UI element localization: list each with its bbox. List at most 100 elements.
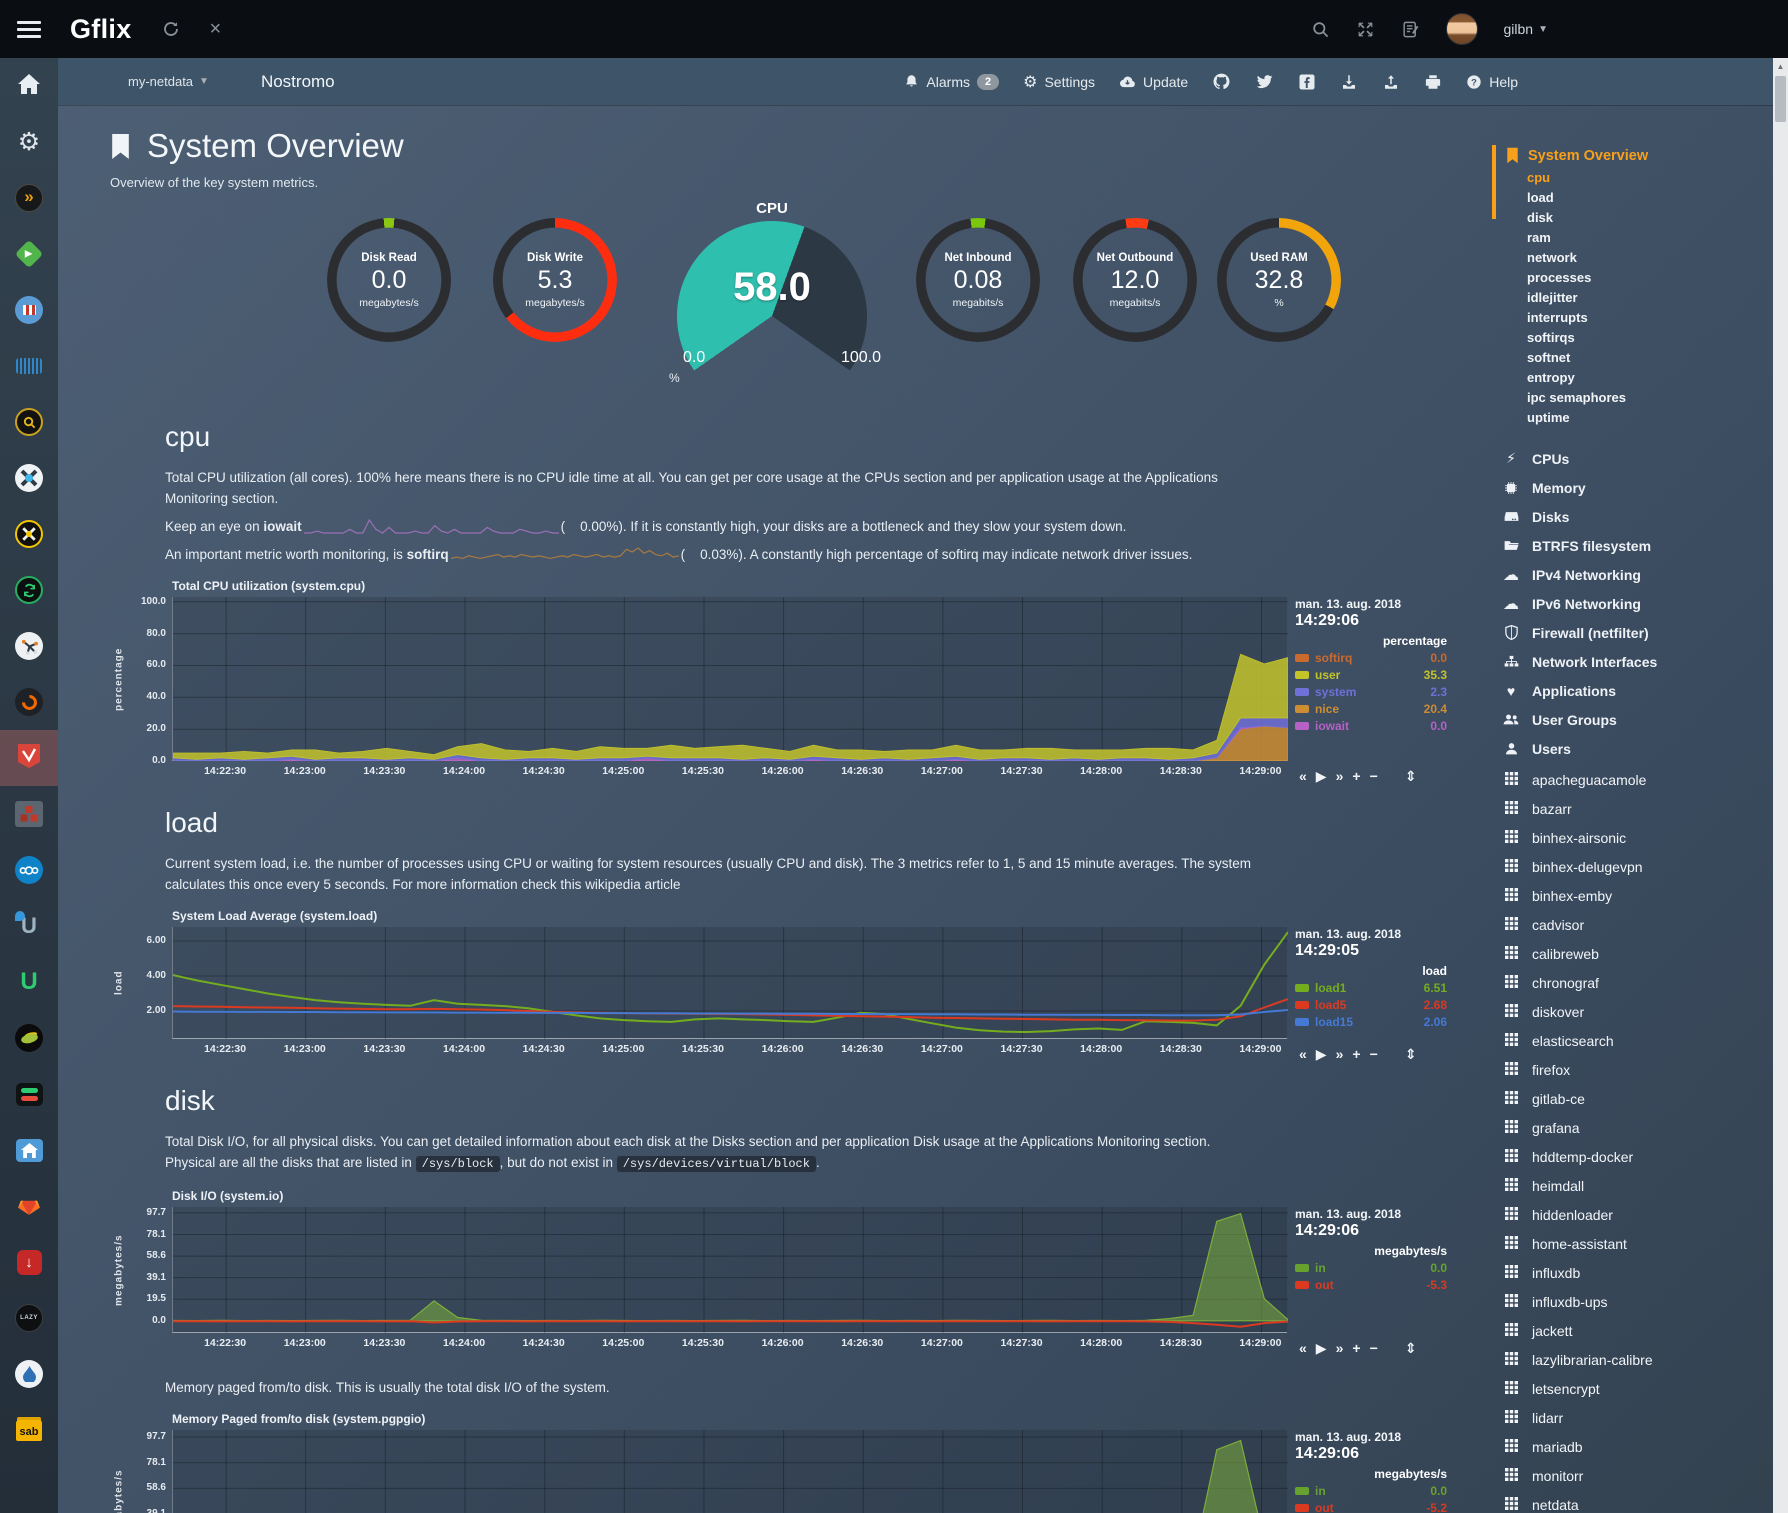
legend-series-out[interactable]: out-5.3 — [1295, 1278, 1447, 1292]
sidebar-tab-grafana[interactable] — [0, 674, 58, 730]
chart-plot-area[interactable] — [172, 1430, 1287, 1513]
nav-item-ipc-semaphores[interactable]: ipc semaphores — [1527, 388, 1775, 408]
resize-icon[interactable]: ⇕ — [1405, 1046, 1417, 1063]
nav-item-softirqs[interactable]: softirqs — [1527, 328, 1775, 348]
nav-section-users[interactable]: Users — [1502, 734, 1775, 763]
nav-section-cpus[interactable]: ⚡CPUs — [1502, 444, 1775, 473]
sidebar-tab-cubes[interactable] — [0, 786, 58, 842]
play-icon[interactable]: ▶ — [1316, 1046, 1327, 1063]
legend-series-in[interactable]: in0.0 — [1295, 1484, 1447, 1498]
help-button[interactable]: ? Help — [1466, 74, 1518, 90]
nav-app-cadvisor[interactable]: cadvisor — [1505, 910, 1775, 939]
nav-item-interrupts[interactable]: interrupts — [1527, 308, 1775, 328]
nav-item-entropy[interactable]: entropy — [1527, 368, 1775, 388]
cpu-chart[interactable]: Total CPU utilization (system.cpu)percen… — [110, 579, 1490, 781]
legend-series-load15[interactable]: load152.06 — [1295, 1015, 1447, 1029]
nav-app-jackett[interactable]: jackett — [1505, 1316, 1775, 1345]
refresh-icon[interactable] — [162, 20, 180, 38]
nav-app-diskover[interactable]: diskover — [1505, 997, 1775, 1026]
nav-app-firefox[interactable]: firefox — [1505, 1055, 1775, 1084]
sidebar-tab-lazylibrarian[interactable]: LAZY — [0, 1290, 58, 1346]
fast-forward-icon[interactable]: » — [1336, 1046, 1344, 1063]
pgpgio-chart[interactable]: Memory Paged from/to disk (system.pgpgio… — [110, 1412, 1490, 1513]
zoom-out-icon[interactable]: − — [1370, 768, 1378, 785]
nav-app-calibreweb[interactable]: calibreweb — [1505, 939, 1775, 968]
legend-series-softirq[interactable]: softirq0.0 — [1295, 651, 1447, 665]
zoom-in-icon[interactable]: + — [1352, 1340, 1360, 1357]
sidebar-tab-sync[interactable] — [0, 562, 58, 618]
nav-app-letsencrypt[interactable]: letsencrypt — [1505, 1374, 1775, 1403]
sidebar-tab-unifi[interactable]: U — [0, 954, 58, 1010]
sidebar-tab-home[interactable] — [0, 58, 58, 114]
sidebar-tab-sabnzbd[interactable]: sab — [0, 1402, 58, 1458]
scrollbar-up-arrow[interactable]: ▲ — [1773, 58, 1788, 74]
nav-section-disks[interactable]: Disks — [1502, 502, 1775, 531]
sidebar-tab-monitorr[interactable] — [0, 1066, 58, 1122]
settings-button[interactable]: ⚙ Settings — [1023, 72, 1095, 92]
play-icon[interactable]: ▶ — [1316, 768, 1327, 785]
legend-series-user[interactable]: user35.3 — [1295, 668, 1447, 682]
chart-plot-area[interactable] — [172, 1207, 1287, 1333]
sidebar-tab-comics[interactable] — [0, 282, 58, 338]
rewind-icon[interactable]: « — [1299, 1340, 1307, 1357]
chart-plot-area[interactable] — [172, 927, 1287, 1039]
sidebar-tab-deluge[interactable] — [0, 1346, 58, 1402]
sidebar-tab-airsonic[interactable] — [0, 338, 58, 394]
nav-item-disk[interactable]: disk — [1527, 208, 1775, 228]
fast-forward-icon[interactable]: » — [1336, 1340, 1344, 1357]
nav-app-influxdb[interactable]: influxdb — [1505, 1258, 1775, 1287]
legend-series-in[interactable]: in0.0 — [1295, 1261, 1447, 1275]
nav-section-firewall-netfilter-[interactable]: Firewall (netfilter) — [1502, 618, 1775, 647]
resize-icon[interactable]: ⇕ — [1405, 768, 1417, 785]
sidebar-tab-ubooquity[interactable]: U — [0, 898, 58, 954]
iowait-sparkline[interactable] — [304, 517, 559, 535]
sidebar-tab-sonarr[interactable] — [0, 450, 58, 506]
scrollbar-thumb[interactable] — [1775, 76, 1786, 122]
facebook-icon[interactable] — [1298, 73, 1316, 91]
nav-section-memory[interactable]: Memory — [1502, 473, 1775, 502]
nav-item-load[interactable]: load — [1527, 188, 1775, 208]
sidebar-tab-gear[interactable]: ⚙ — [0, 114, 58, 170]
nav-app-grafana[interactable]: grafana — [1505, 1113, 1775, 1142]
nav-app-binhex-emby[interactable]: binhex-emby — [1505, 881, 1775, 910]
nav-app-monitorr[interactable]: monitorr — [1505, 1461, 1775, 1490]
nav-app-apacheguacamole[interactable]: apacheguacamole — [1505, 765, 1775, 794]
sidebar-tab-heimdall[interactable] — [0, 1122, 58, 1178]
fast-forward-icon[interactable]: » — [1336, 768, 1344, 785]
page-scrollbar[interactable]: ▲ — [1773, 58, 1788, 1513]
sidebar-tab-ytdl[interactable]: ↓ — [0, 1234, 58, 1290]
sidebar-tab-plex[interactable]: » — [0, 170, 58, 226]
nav-app-chronograf[interactable]: chronograf — [1505, 968, 1775, 997]
sidebar-tab-radarr[interactable] — [0, 506, 58, 562]
sidebar-tab-jackett[interactable] — [0, 394, 58, 450]
sidebar-tab-netdata[interactable] — [0, 730, 58, 786]
update-button[interactable]: Update — [1119, 74, 1188, 90]
nav-app-gitlab-ce[interactable]: gitlab-ce — [1505, 1084, 1775, 1113]
nav-item-idlejitter[interactable]: idlejitter — [1527, 288, 1775, 308]
nav-item-processes[interactable]: processes — [1527, 268, 1775, 288]
sidebar-tab-node[interactable] — [0, 618, 58, 674]
close-icon[interactable]: × — [210, 18, 222, 41]
sidebar-tab-nextcloud[interactable] — [0, 842, 58, 898]
print-icon[interactable] — [1424, 73, 1442, 91]
nav-app-binhex-airsonic[interactable]: binhex-airsonic — [1505, 823, 1775, 852]
nav-app-heimdall[interactable]: heimdall — [1505, 1171, 1775, 1200]
nav-section-network-interfaces[interactable]: Network Interfaces — [1502, 647, 1775, 676]
legend-series-system[interactable]: system2.3 — [1295, 685, 1447, 699]
nav-app-elasticsearch[interactable]: elasticsearch — [1505, 1026, 1775, 1055]
rewind-icon[interactable]: « — [1299, 1046, 1307, 1063]
legend-series-load1[interactable]: load16.51 — [1295, 981, 1447, 995]
nav-app-binhex-delugevpn[interactable]: binhex-delugevpn — [1505, 852, 1775, 881]
nav-app-lazylibrarian-calibre[interactable]: lazylibrarian-calibre — [1505, 1345, 1775, 1374]
legend-series-load5[interactable]: load52.68 — [1295, 998, 1447, 1012]
zoom-out-icon[interactable]: − — [1370, 1046, 1378, 1063]
disk-io-chart[interactable]: Disk I/O (system.io)megabytes/s97.778.15… — [110, 1189, 1490, 1353]
zoom-out-icon[interactable]: − — [1370, 1340, 1378, 1357]
nav-item-ram[interactable]: ram — [1527, 228, 1775, 248]
alarms-button[interactable]: Alarms 2 — [904, 74, 999, 90]
nav-item-softnet[interactable]: softnet — [1527, 348, 1775, 368]
user-menu[interactable]: gilbn ▼ — [1504, 21, 1549, 37]
nav-item-network[interactable]: network — [1527, 248, 1775, 268]
github-icon[interactable] — [1212, 72, 1231, 91]
resize-icon[interactable]: ⇕ — [1405, 1340, 1417, 1357]
